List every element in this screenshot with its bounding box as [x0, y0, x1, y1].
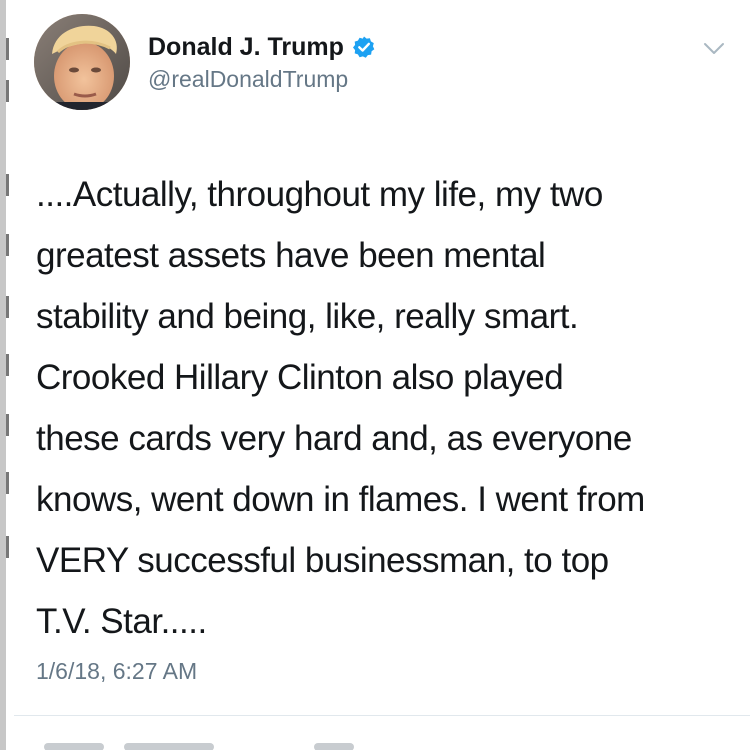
author-handle[interactable]: @realDonaldTrump [148, 66, 348, 93]
author-name-row[interactable]: Donald J. Trump [148, 30, 376, 64]
left-edge-marks [6, 0, 14, 750]
cropped-bottom-content [14, 735, 750, 750]
tweet-timestamp[interactable]: 1/6/18, 6:27 AM [36, 658, 197, 685]
profile-photo-icon [34, 14, 130, 110]
divider [14, 715, 750, 716]
author-display-name[interactable]: Donald J. Trump [148, 33, 344, 62]
chevron-down-icon[interactable] [700, 34, 728, 62]
tweet-text: ....Actually, throughout my life, my two… [36, 175, 645, 641]
verified-badge-icon [352, 35, 376, 59]
avatar[interactable] [34, 14, 130, 110]
tweet-card[interactable]: Donald J. Trump @realDonaldTrump ....Act… [14, 0, 750, 750]
